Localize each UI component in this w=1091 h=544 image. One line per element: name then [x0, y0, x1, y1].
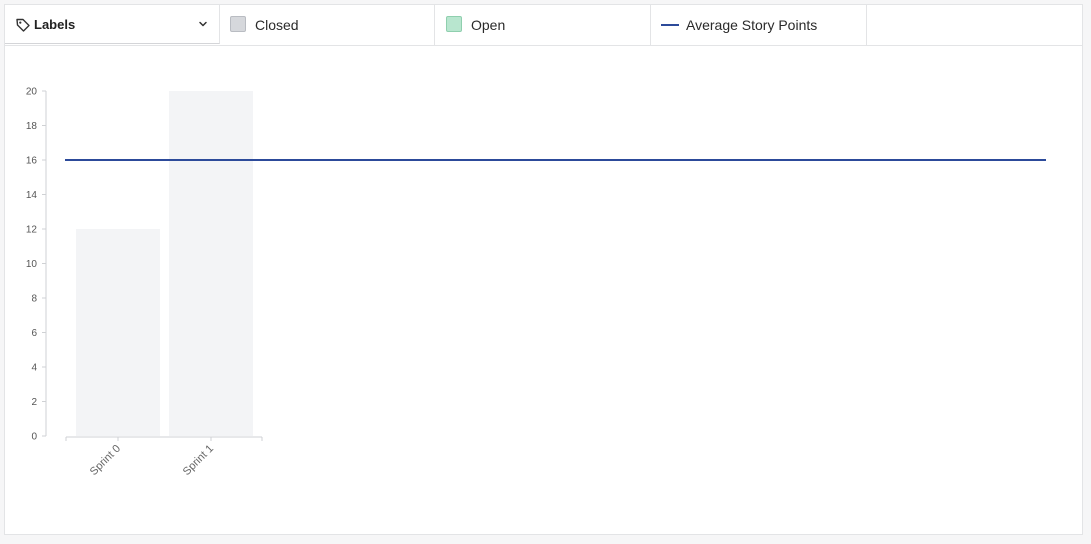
bar: [76, 229, 160, 436]
y-tick-label: 16: [26, 156, 38, 167]
y-tick-label: 6: [31, 328, 37, 339]
y-tick-label: 8: [31, 294, 37, 305]
y-tick-label: 2: [31, 397, 37, 408]
y-tick-label: 12: [26, 225, 38, 236]
y-tick-label: 20: [26, 87, 38, 98]
y-tick-label: 4: [31, 363, 37, 374]
x-tick-label: Sprint 1: [181, 443, 216, 478]
y-tick-label: 0: [31, 432, 37, 443]
chart-panel: Labels Closed Open Average Story Points …: [4, 4, 1083, 535]
x-tick-label: Sprint 0: [88, 443, 123, 478]
bar: [169, 91, 253, 436]
y-tick-label: 10: [26, 259, 38, 270]
bar-chart: 0 2 4 6 8 10 12 14 16 18 20 Sprint 0 Sprint 1: [26, 87, 1046, 478]
y-tick-label: 14: [26, 190, 38, 201]
y-tick-label: 18: [26, 121, 38, 132]
